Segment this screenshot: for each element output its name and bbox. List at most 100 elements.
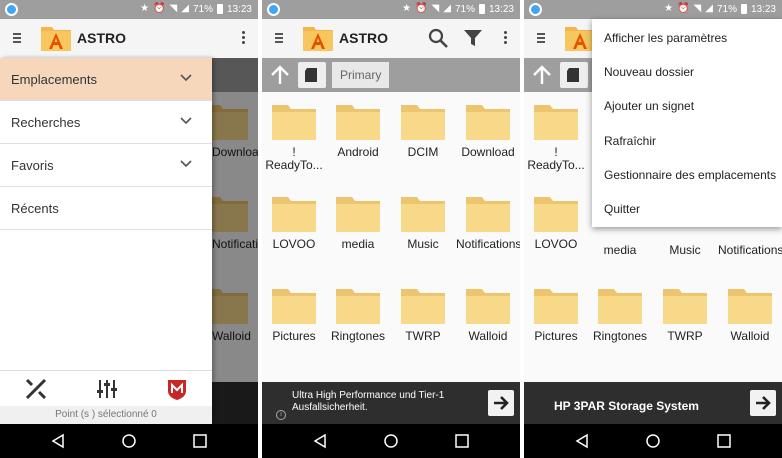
folder-item[interactable]: TWRP	[391, 286, 455, 343]
home-icon[interactable]	[121, 433, 137, 449]
folder-item[interactable]: Download	[456, 102, 520, 159]
folder-item[interactable]: Walloid	[456, 286, 520, 343]
ad-line: Ausfallsicherheit.	[292, 402, 368, 413]
battery-icon	[478, 4, 485, 14]
storage-button[interactable]	[560, 62, 588, 88]
menu-item-refresh[interactable]: Rafraîchir	[592, 124, 782, 158]
app-bar: ASTRO	[262, 19, 520, 58]
equalizer-icon[interactable]	[95, 377, 119, 401]
ad-text: Ultra High Performance und Tier-1 Ausfal…	[292, 390, 482, 414]
back-icon[interactable]	[574, 433, 590, 449]
home-icon[interactable]	[645, 433, 661, 449]
app-bar: ASTRO	[0, 19, 258, 58]
up-arrow-icon[interactable]	[530, 64, 554, 86]
folder-icon	[598, 289, 642, 324]
folder-item[interactable]: Ringtones	[326, 286, 390, 343]
folder-grid: ! ReadyTo... Android DCIM Download LOVOO…	[262, 92, 520, 382]
ad-info-icon[interactable]: i	[276, 410, 286, 420]
folder-icon	[401, 289, 445, 324]
system-nav-bar	[524, 424, 782, 458]
menu-item-show-settings[interactable]: Afficher les paramètres	[592, 21, 782, 55]
menu-item-add-bookmark[interactable]: Ajouter un signet	[592, 89, 782, 123]
folder-item[interactable]: Walloid	[718, 286, 782, 343]
recents-icon[interactable]	[192, 433, 208, 449]
recents-icon[interactable]	[454, 433, 470, 449]
folder-label: TWRP	[405, 329, 441, 343]
menu-icon[interactable]	[275, 33, 283, 43]
drawer-item-searches[interactable]: Recherches	[0, 101, 212, 144]
signal-icon: ◢	[181, 3, 189, 14]
folder-icon	[401, 197, 445, 232]
folder-label: ! ReadyTo...	[265, 145, 323, 172]
alarm-icon: ⏰	[153, 3, 166, 14]
ad-arrow-button[interactable]	[488, 390, 514, 416]
up-arrow-icon[interactable]	[268, 64, 292, 86]
status-bar: ★ ⏰ ◥ ◢ 71% 13:23	[0, 0, 258, 19]
screenshot-composite: ★ ⏰ ◥ ◢ 71% 13:23 ASTRO Download	[0, 0, 782, 458]
ad-banner[interactable]: HP 3PAR Storage System	[524, 382, 782, 424]
drawer-item-favorites[interactable]: Favoris	[0, 144, 212, 187]
storage-button[interactable]	[298, 62, 326, 88]
folder-item[interactable]: Ringtones	[588, 286, 652, 343]
folder-icon	[336, 289, 380, 324]
folder-item[interactable]: Notifications	[456, 194, 520, 251]
drawer-item-locations[interactable]: Emplacements	[0, 58, 212, 101]
status-bar: ★ ⏰ ◥ ◢ 71% 13:23	[524, 0, 782, 19]
ad-text: HP 3PAR Storage System	[554, 399, 699, 413]
filter-icon[interactable]	[462, 28, 484, 48]
folder-item[interactable]: Pictures	[524, 286, 588, 343]
menu-icon[interactable]	[13, 33, 21, 43]
back-icon[interactable]	[312, 433, 328, 449]
folder-label: Android	[337, 145, 379, 159]
folder-icon	[272, 105, 316, 140]
breadcrumb[interactable]: Primary	[332, 62, 390, 88]
folder-label: Music	[407, 237, 439, 251]
drawer-item-recent[interactable]: Récents	[0, 187, 212, 230]
menu-icon[interactable]	[537, 33, 545, 43]
back-icon[interactable]	[50, 433, 66, 449]
tools-icon[interactable]	[24, 377, 48, 401]
folder-item[interactable]: LOVOO	[524, 194, 588, 251]
wifi-icon: ◥	[169, 3, 178, 14]
ad-banner[interactable]: Ultra High Performance und Tier-1 Ausfal…	[262, 382, 520, 424]
folder-icon	[728, 289, 772, 324]
astro-logo-icon	[41, 27, 71, 51]
drawer-toolbar	[0, 370, 212, 406]
app-title: ASTRO	[339, 30, 388, 46]
folder-item[interactable]: ! ReadyTo...	[262, 102, 326, 172]
folder-item[interactable]: DCIM	[391, 102, 455, 159]
folder-item[interactable]: LOVOO	[262, 194, 326, 251]
selection-status: Point (s ) sélectionné 0	[0, 406, 212, 424]
folder-label: media	[603, 243, 637, 257]
menu-item-location-manager[interactable]: Gestionnaire des emplacements	[592, 158, 782, 192]
status-bar: ★ ⏰ ◥ ◢ 71% 13:23	[262, 0, 520, 19]
folder-item[interactable]: Android	[326, 102, 390, 159]
folder-item[interactable]: TWRP	[653, 286, 717, 343]
folder-item[interactable]: ! ReadyTo...	[524, 102, 588, 172]
star-icon: ★	[664, 3, 674, 14]
mcafee-icon[interactable]	[165, 377, 189, 401]
path-bar: Primary	[262, 58, 520, 92]
navigation-drawer: Emplacements Recherches Favoris Récents …	[0, 58, 212, 424]
overflow-menu-icon[interactable]	[504, 31, 508, 45]
folder-label: media	[341, 237, 375, 251]
folder-item[interactable]: media	[326, 194, 390, 251]
alarm-icon: ⏰	[415, 3, 428, 14]
recents-icon[interactable]	[716, 433, 732, 449]
folder-item[interactable]: Pictures	[262, 286, 326, 343]
ad-line: Ultra High Performance und Tier-1	[292, 390, 445, 401]
folder-label: Walloid	[730, 329, 770, 343]
folder-label: Music	[669, 243, 701, 257]
ad-arrow-button[interactable]	[750, 390, 776, 416]
menu-item-quit[interactable]: Quitter	[592, 192, 782, 226]
folder-item[interactable]: Music	[391, 194, 455, 251]
drawer-item-label: Recherches	[11, 115, 81, 130]
clock: 13:23	[226, 3, 252, 15]
home-icon[interactable]	[383, 433, 399, 449]
overflow-menu-icon[interactable]	[242, 31, 246, 45]
chevron-down-icon	[180, 160, 192, 168]
drawer-item-label: Favoris	[11, 158, 54, 173]
search-icon[interactable]	[428, 28, 450, 48]
menu-item-new-folder[interactable]: Nouveau dossier	[592, 55, 782, 89]
screen-overflow-menu: ★ ⏰ ◥ ◢ 71% 13:23 ! ReadyTo... LOVOO med…	[524, 0, 782, 458]
